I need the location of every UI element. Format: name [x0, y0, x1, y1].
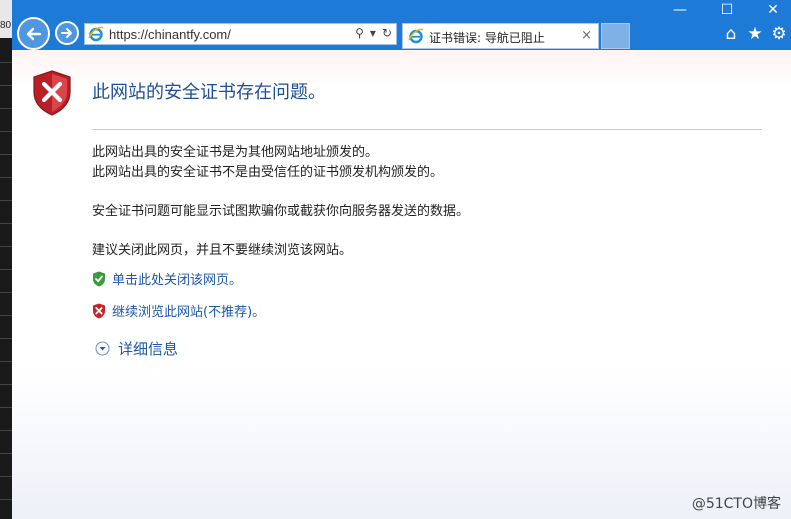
address-bar[interactable]: https://chinantfy.com/ ⚲ ▾ ↻ [84, 23, 397, 45]
forward-arrow-icon [61, 28, 72, 38]
divider [92, 129, 762, 130]
maximize-button[interactable]: ☐ [709, 0, 745, 22]
background-window-number: 80 [0, 20, 12, 31]
tab-title: 证书错误: 导航已阻止 [429, 31, 545, 45]
background-window-toolbar: 80 [0, 0, 12, 38]
refresh-icon[interactable]: ↻ [382, 26, 392, 40]
close-window-button[interactable]: ✕ [755, 0, 791, 22]
paragraph-2: 此网站出具的安全证书不是由受信任的证书颁发机构颁发的。 [92, 165, 444, 180]
continue-link-row[interactable]: 继续浏览此网站(不推荐)。 [92, 301, 265, 320]
address-url[interactable]: https://chinantfy.com/ [109, 27, 231, 42]
back-arrow-icon [26, 27, 41, 40]
gear-icon[interactable]: ⚙ [768, 23, 790, 45]
paragraph-4: 建议关闭此网页，并且不要继续浏览该网站。 [92, 243, 353, 258]
continue-link[interactable]: 继续浏览此网站(不推荐)。 [112, 301, 265, 320]
chevron-down-icon [95, 341, 110, 356]
star-icon[interactable]: ★ [744, 23, 766, 45]
ie-logo-icon [408, 28, 424, 44]
background-window-rows [0, 40, 12, 500]
close-page-link-row[interactable]: 单击此处关闭该网页。 [92, 269, 242, 288]
watermark: @51CTO博客 [691, 496, 781, 512]
home-icon[interactable]: ⌂ [720, 23, 742, 45]
tab-certificate-error[interactable]: 证书错误: 导航已阻止 × [402, 23, 599, 49]
close-page-link[interactable]: 单击此处关闭该网页。 [112, 269, 242, 288]
address-tools: ⚲ ▾ ↻ [355, 26, 392, 40]
forward-button[interactable] [55, 21, 79, 45]
error-page: 此网站的安全证书存在问题。 此网站出具的安全证书是为其他网站地址颁发的。 此网站… [12, 50, 791, 519]
details-toggle[interactable]: 详细信息 [95, 338, 178, 359]
details-label[interactable]: 详细信息 [118, 338, 178, 359]
back-button[interactable] [17, 17, 50, 50]
shield-error-icon [33, 70, 71, 116]
page-title: 此网站的安全证书存在问题。 [92, 82, 326, 103]
shield-check-icon [93, 271, 105, 286]
browser-chrome: https://chinantfy.com/ ⚲ ▾ ↻ 证书错误: 导航已阻止… [12, 0, 791, 50]
close-icon[interactable]: × [581, 28, 592, 43]
paragraph-3: 安全证书问题可能显示试图欺骗你或截获你向服务器发送的数据。 [92, 204, 470, 219]
background-window-strip: 80 [0, 0, 12, 519]
paragraph-1: 此网站出具的安全证书是为其他网站地址颁发的。 [92, 145, 379, 160]
shield-x-icon [93, 303, 105, 318]
search-icon[interactable]: ⚲ [355, 26, 364, 40]
minimize-button[interactable]: — [662, 0, 698, 22]
ie-logo-icon [88, 26, 104, 42]
chevron-down-icon[interactable]: ▾ [370, 26, 376, 40]
new-tab-button[interactable] [601, 23, 630, 49]
